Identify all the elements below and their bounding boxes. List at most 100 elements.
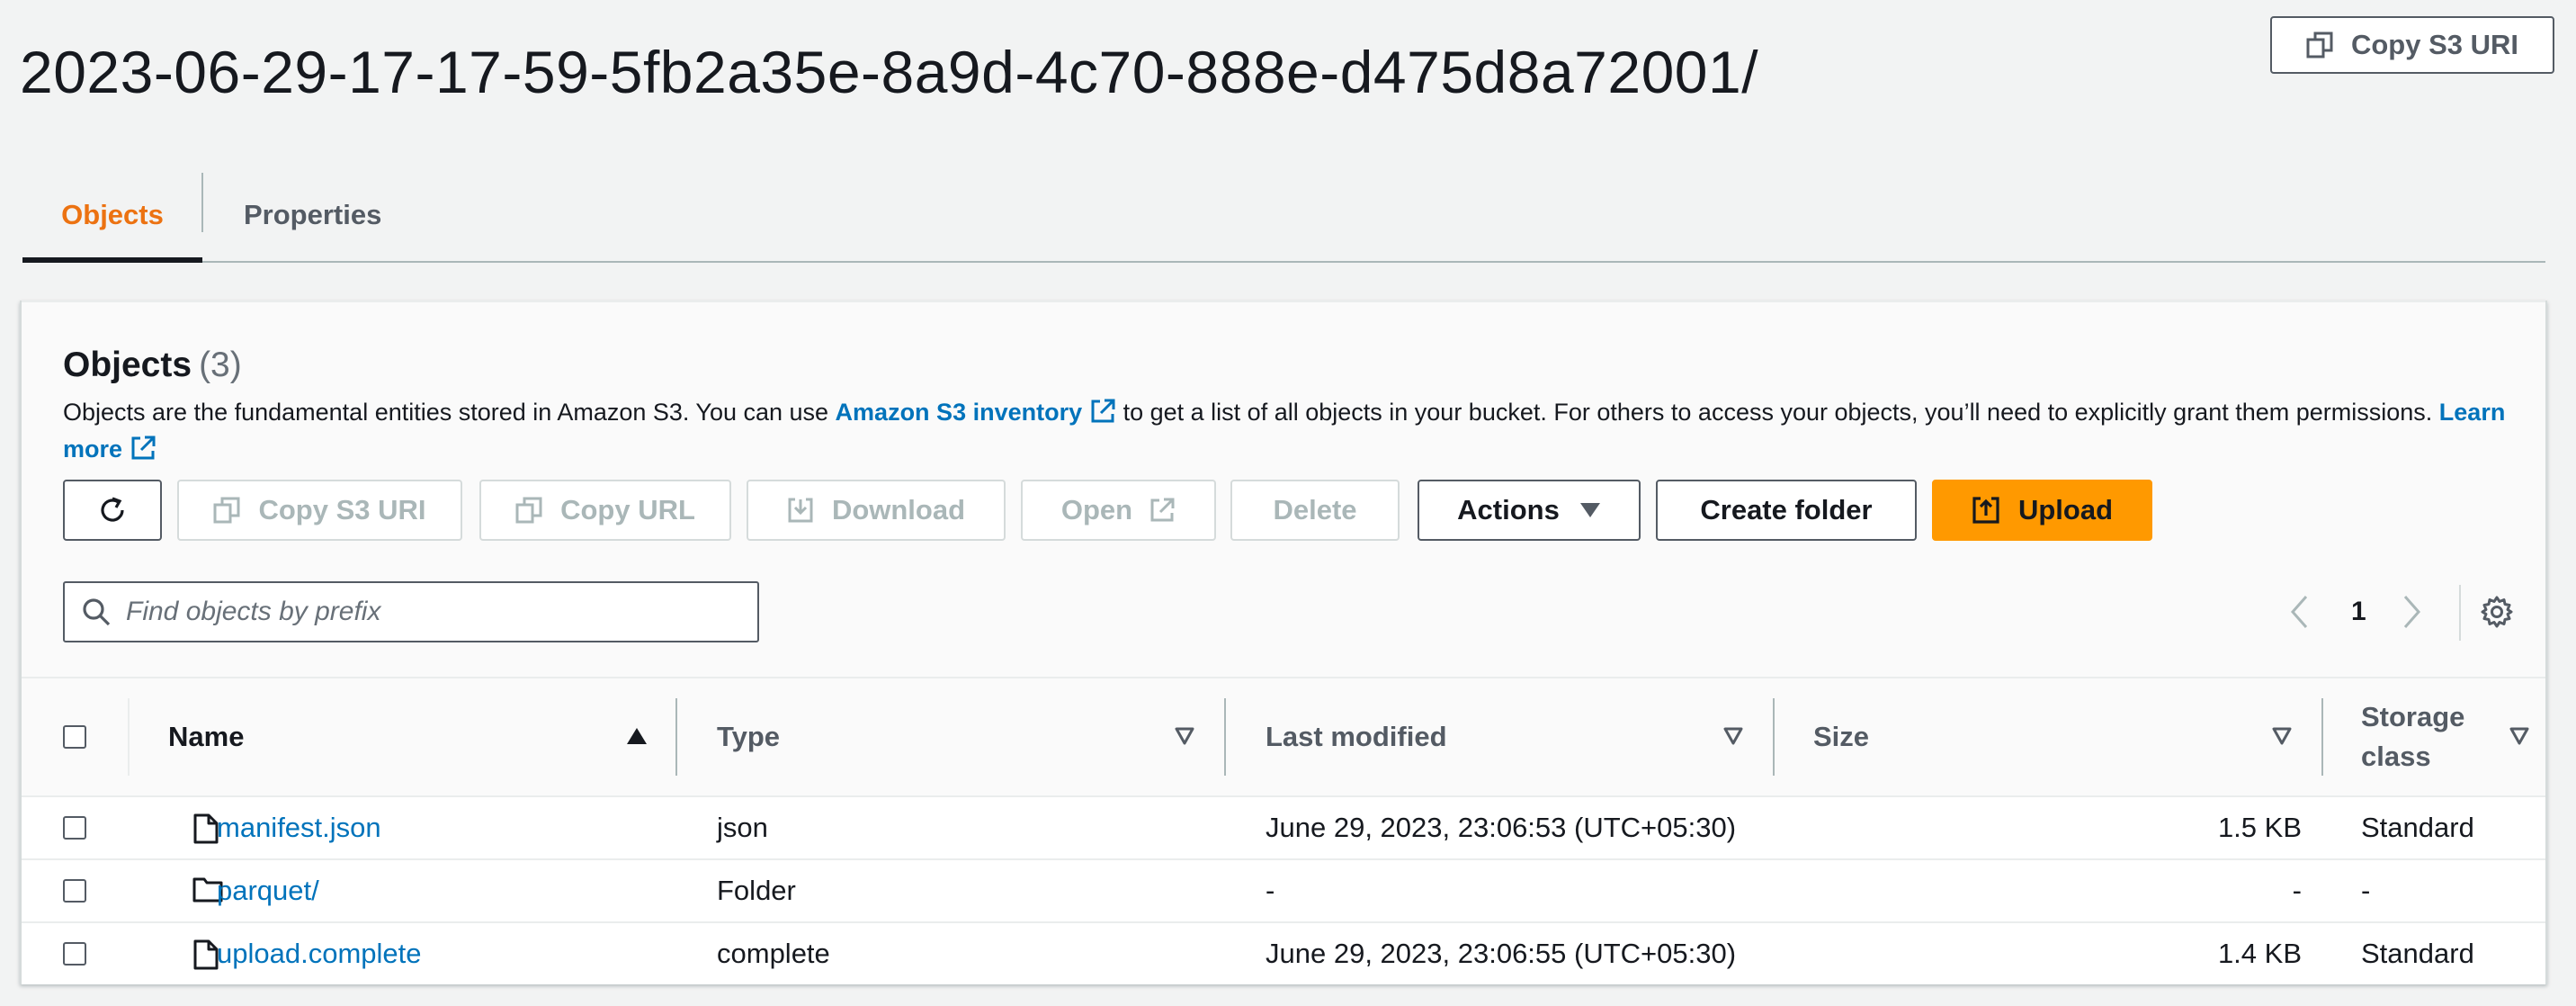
- copy-icon: [2306, 31, 2333, 58]
- description-text-2: to get a list of all objects in your buc…: [1116, 399, 2439, 426]
- caret-down-icon: [1579, 502, 1601, 518]
- sort-ascending-icon[interactable]: [626, 727, 648, 745]
- page-number[interactable]: 1: [2351, 584, 2366, 640]
- chevron-right-icon: [2402, 594, 2423, 630]
- external-link-icon: [1149, 497, 1176, 524]
- open-label: Open: [1060, 494, 1133, 525]
- header-copy-s3-uri-button[interactable]: Copy S3 URI: [2270, 16, 2554, 74]
- column-header-storage-class[interactable]: Storage class: [2361, 678, 2487, 795]
- column-header-size[interactable]: Size: [1813, 678, 1869, 795]
- objects-header: Objects (3) Objects are the fundamental e…: [22, 301, 2545, 678]
- description-text-1: Objects are the fundamental entities sto…: [63, 399, 836, 426]
- download-label: Download: [831, 494, 966, 525]
- upload-button[interactable]: Upload: [1932, 480, 2152, 541]
- objects-section-title: Objects (3): [63, 346, 242, 385]
- search-icon: [81, 597, 112, 627]
- gear-icon: [2479, 594, 2515, 630]
- table-settings-button[interactable]: [2479, 584, 2515, 640]
- object-name-link[interactable]: upload.complete: [217, 923, 422, 984]
- sort-icon[interactable]: [2272, 727, 2292, 745]
- tab-properties[interactable]: Properties: [244, 169, 381, 261]
- object-last-modified: -: [1266, 875, 1275, 906]
- create-folder-label: Create folder: [1700, 494, 1873, 525]
- sort-icon[interactable]: [1175, 727, 1194, 745]
- object-storage-class: Standard: [2361, 812, 2474, 843]
- copy-icon: [515, 497, 542, 524]
- refresh-button[interactable]: [63, 480, 162, 541]
- column-separator[interactable]: [2321, 698, 2323, 776]
- object-storage-class: Standard: [2361, 938, 2474, 969]
- column-separator: [128, 698, 130, 776]
- table-row[interactable]: upload.complete complete June 29, 2023, …: [22, 923, 2545, 984]
- table-header: Name Type Last modified Size Storage cla…: [22, 677, 2545, 797]
- object-type: Folder: [717, 875, 796, 906]
- row-checkbox[interactable]: [63, 879, 86, 903]
- sort-icon[interactable]: [2509, 727, 2529, 745]
- row-checkbox[interactable]: [63, 816, 86, 840]
- table-row[interactable]: parquet/ Folder - - -: [22, 860, 2545, 923]
- object-last-modified: June 29, 2023, 23:06:55 (UTC+05:30): [1266, 938, 1737, 969]
- objects-title: Objects: [63, 346, 192, 384]
- object-type: complete: [717, 938, 830, 969]
- download-icon: [787, 497, 814, 524]
- object-name-link[interactable]: manifest.json: [217, 797, 381, 858]
- copy-s3-uri-label: Copy S3 URI: [258, 494, 426, 525]
- previous-page-button[interactable]: [2288, 584, 2310, 640]
- create-folder-button[interactable]: Create folder: [1656, 480, 1917, 541]
- actions-label: Actions: [1457, 494, 1560, 525]
- external-link-icon: [130, 435, 157, 470]
- upload-icon: [1972, 496, 2000, 525]
- delete-button[interactable]: Delete: [1230, 480, 1400, 541]
- s3-folder-page: 2023-06-29-17-17-59-5fb2a35e-8a9d-4c70-8…: [0, 0, 2576, 1006]
- object-storage-class: -: [2361, 875, 2371, 906]
- copy-icon: [213, 497, 240, 524]
- column-header-size-label: Size: [1813, 721, 1870, 752]
- copy-url-label: Copy URL: [560, 494, 695, 525]
- object-last-modified: June 29, 2023, 23:06:53 (UTC+05:30): [1266, 812, 1737, 843]
- column-header-name[interactable]: Name: [168, 678, 244, 795]
- pager-divider: [2459, 585, 2461, 641]
- header-copy-s3-uri-label: Copy S3 URI: [2350, 29, 2519, 60]
- object-size: -: [2292, 875, 2302, 906]
- tab-divider: [201, 173, 203, 232]
- file-icon: [192, 813, 219, 844]
- column-header-type[interactable]: Type: [717, 678, 780, 795]
- tab-objects-label: Objects: [61, 199, 164, 230]
- row-checkbox[interactable]: [63, 942, 86, 966]
- column-header-last-modified[interactable]: Last modified: [1266, 678, 1447, 795]
- tab-bar: Objects Properties: [22, 169, 2545, 263]
- select-all-checkbox[interactable]: [63, 725, 86, 749]
- table-row[interactable]: manifest.json json June 29, 2023, 23:06:…: [22, 797, 2545, 860]
- column-header-storage-class-label: Storage class: [2361, 701, 2465, 772]
- column-header-type-label: Type: [717, 721, 781, 752]
- object-size: 1.5 KB: [2217, 812, 2302, 843]
- objects-count: (3): [199, 346, 242, 384]
- copy-url-button[interactable]: Copy URL: [479, 480, 731, 541]
- column-separator[interactable]: [675, 698, 677, 776]
- refresh-icon: [96, 494, 129, 526]
- object-size: 1.4 KB: [2217, 938, 2302, 969]
- column-header-name-label: Name: [168, 721, 245, 752]
- column-separator[interactable]: [1773, 698, 1775, 776]
- tab-objects[interactable]: Objects: [22, 169, 202, 263]
- actions-dropdown-button[interactable]: Actions: [1418, 480, 1641, 541]
- upload-label: Upload: [2017, 494, 2114, 525]
- external-link-icon: [1089, 398, 1116, 433]
- copy-s3-uri-button[interactable]: Copy S3 URI: [177, 480, 462, 541]
- sort-icon[interactable]: [1723, 727, 1743, 745]
- objects-description: Objects are the fundamental entities sto…: [63, 396, 2518, 470]
- search-input[interactable]: [124, 596, 739, 628]
- inventory-link-label: Amazon S3 inventory: [835, 399, 1083, 426]
- inventory-link[interactable]: Amazon S3 inventory: [836, 399, 1117, 426]
- delete-label: Delete: [1273, 494, 1357, 525]
- page-title: 2023-06-29-17-17-59-5fb2a35e-8a9d-4c70-8…: [20, 39, 1759, 105]
- column-separator[interactable]: [1224, 698, 1226, 776]
- open-button[interactable]: Open: [1021, 480, 1216, 541]
- tab-properties-label: Properties: [244, 199, 382, 230]
- objects-container: Objects (3) Objects are the fundamental e…: [20, 301, 2547, 984]
- object-type: json: [717, 812, 768, 843]
- object-name-link[interactable]: parquet/: [217, 860, 319, 921]
- objects-table: Name Type Last modified Size Storage cla…: [22, 677, 2545, 984]
- download-button[interactable]: Download: [747, 480, 1006, 541]
- next-page-button[interactable]: [2402, 584, 2423, 640]
